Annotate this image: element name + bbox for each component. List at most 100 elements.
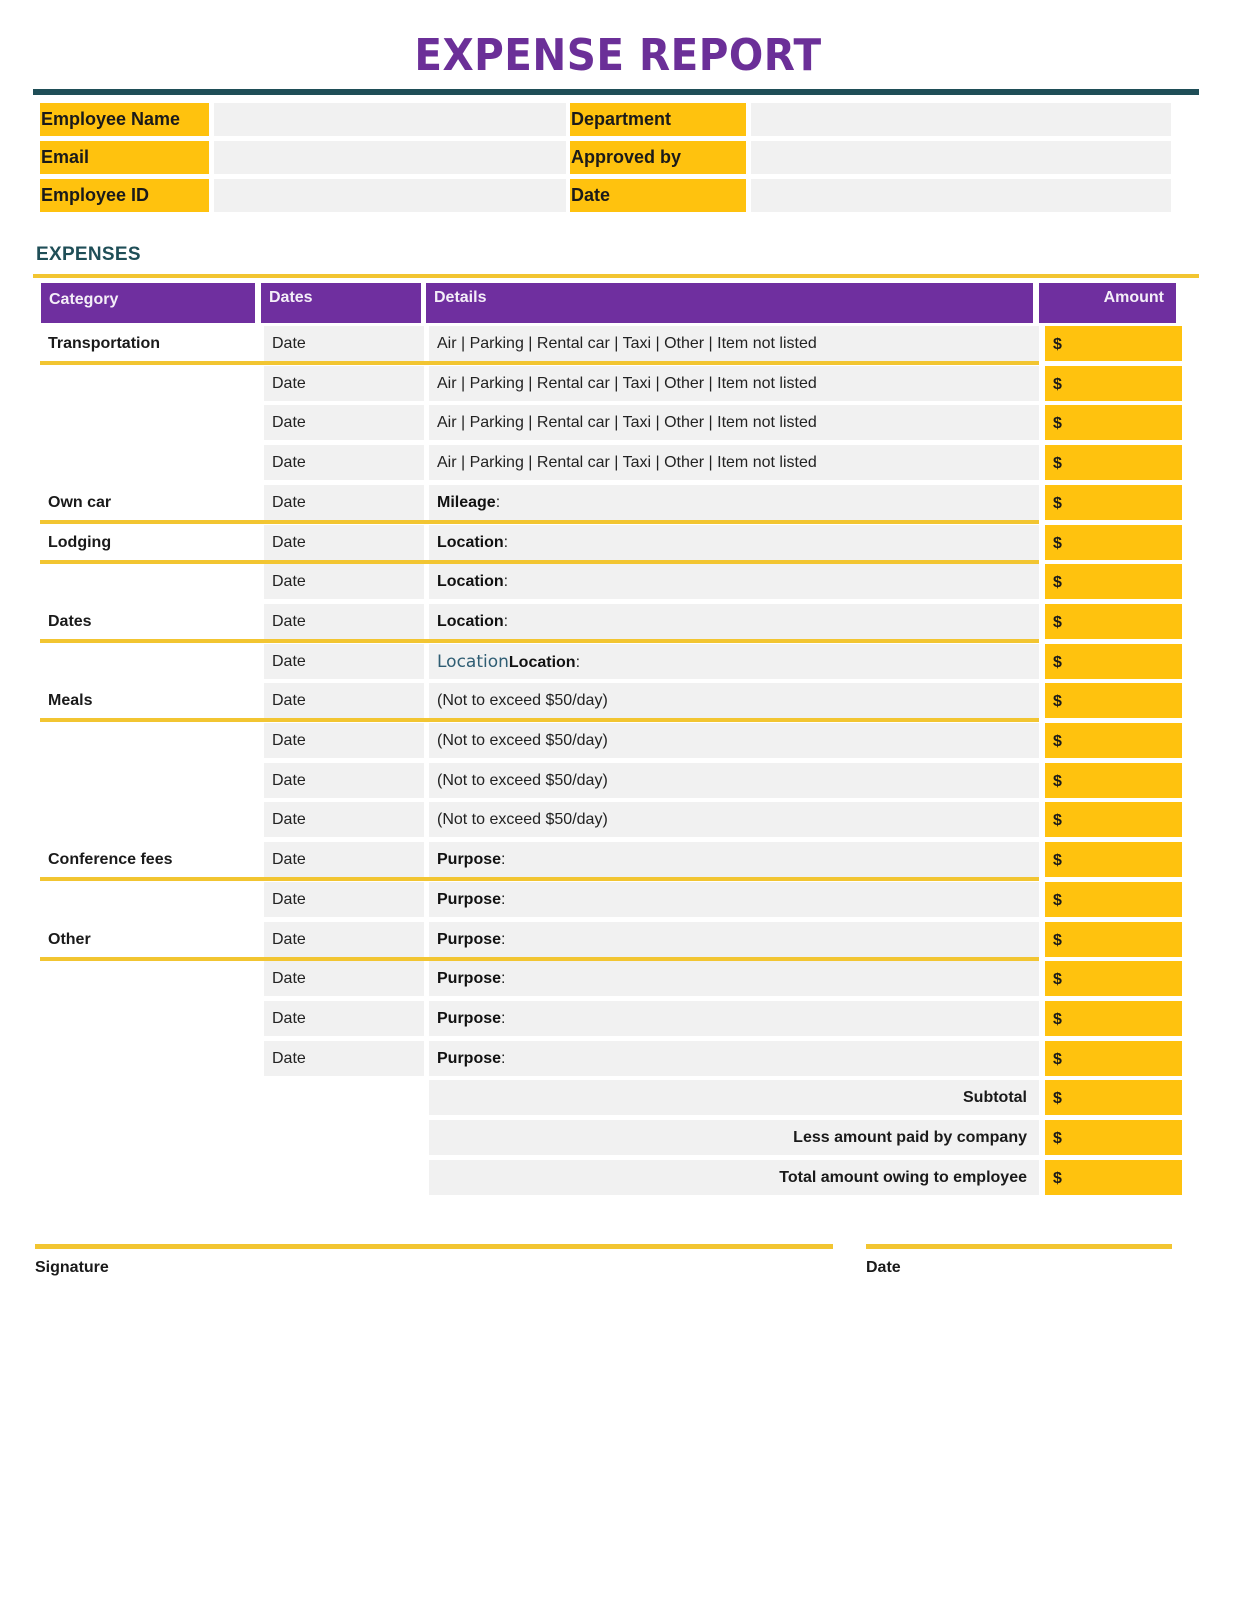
row-details-text: (Not to exceed $50/day) xyxy=(437,732,608,749)
row-amount[interactable]: $ xyxy=(1045,604,1182,639)
dollar-sign: $ xyxy=(1053,535,1062,552)
row-amount[interactable]: $ xyxy=(1045,445,1182,480)
row-details[interactable]: Air | Parking | Rental car | Taxi | Othe… xyxy=(429,326,1039,361)
row-date[interactable]: Date xyxy=(264,326,424,361)
row-amount[interactable]: $ xyxy=(1045,485,1182,520)
table-row: Lodging Date Location: $ xyxy=(0,525,1236,565)
table-row: Date Air | Parking | Rental car | Taxi | … xyxy=(0,366,1236,406)
row-amount[interactable]: $ xyxy=(1045,922,1182,957)
dollar-sign: $ xyxy=(1053,932,1062,949)
row-date[interactable]: Date xyxy=(264,723,424,758)
row-date[interactable]: Date xyxy=(264,564,424,599)
row-details-label: Purpose xyxy=(437,1010,502,1027)
row-details-text: : xyxy=(501,851,506,868)
approved-by-field[interactable] xyxy=(751,141,1171,174)
email-label: Email xyxy=(40,141,209,174)
row-date[interactable]: Date xyxy=(264,485,424,520)
signature-line[interactable] xyxy=(35,1244,833,1249)
expenses-section-title: EXPENSES xyxy=(36,244,141,265)
dollar-sign: $ xyxy=(1053,892,1062,909)
row-date[interactable]: Date xyxy=(264,525,424,560)
total-amount[interactable]: $ xyxy=(1045,1160,1182,1195)
row-date[interactable]: Date xyxy=(264,644,424,679)
row-details[interactable]: Purpose: xyxy=(429,1041,1039,1076)
row-amount[interactable]: $ xyxy=(1045,405,1182,440)
row-amount[interactable]: $ xyxy=(1045,961,1182,996)
row-amount[interactable]: $ xyxy=(1045,644,1182,679)
row-details-label: Mileage xyxy=(437,494,496,511)
row-amount[interactable]: $ xyxy=(1045,802,1182,837)
row-details[interactable]: (Not to exceed $50/day) xyxy=(429,802,1039,837)
employee-id-field[interactable] xyxy=(214,179,566,212)
row-details[interactable]: LocationLocation: xyxy=(429,644,1039,679)
row-amount[interactable]: $ xyxy=(1045,1001,1182,1036)
department-label: Department xyxy=(570,103,746,136)
row-amount[interactable]: $ xyxy=(1045,525,1182,560)
department-field[interactable] xyxy=(751,103,1171,136)
row-amount[interactable]: $ xyxy=(1045,564,1182,599)
row-details[interactable]: Air | Parking | Rental car | Taxi | Othe… xyxy=(429,366,1039,401)
row-date[interactable]: Date xyxy=(264,445,424,480)
row-details[interactable]: Air | Parking | Rental car | Taxi | Othe… xyxy=(429,405,1039,440)
signature-date-line[interactable] xyxy=(866,1244,1172,1249)
dollar-sign: $ xyxy=(1053,495,1062,512)
row-amount[interactable]: $ xyxy=(1045,723,1182,758)
row-details[interactable]: (Not to exceed $50/day) xyxy=(429,763,1039,798)
row-date[interactable]: Date xyxy=(264,763,424,798)
total-amount[interactable]: $ xyxy=(1045,1080,1182,1115)
dollar-sign: $ xyxy=(1053,1090,1062,1107)
row-amount[interactable]: $ xyxy=(1045,326,1182,361)
row-category: Transportation xyxy=(48,335,161,352)
row-amount[interactable]: $ xyxy=(1045,1041,1182,1076)
row-details[interactable]: (Not to exceed $50/day) xyxy=(429,683,1039,718)
signature-label: Signature xyxy=(35,1259,109,1276)
row-details[interactable]: Purpose: xyxy=(429,842,1039,877)
row-details[interactable]: Purpose: xyxy=(429,922,1039,957)
category-separator xyxy=(40,639,1039,643)
row-details[interactable]: (Not to exceed $50/day) xyxy=(429,723,1039,758)
row-category: Dates xyxy=(48,613,92,630)
row-amount[interactable]: $ xyxy=(1045,882,1182,917)
row-date[interactable]: Date xyxy=(264,842,424,877)
category-separator xyxy=(40,718,1039,722)
row-date[interactable]: Date xyxy=(264,1001,424,1036)
dollar-sign: $ xyxy=(1053,1051,1062,1068)
dollar-sign: $ xyxy=(1053,971,1062,988)
row-date[interactable]: Date xyxy=(264,802,424,837)
row-amount[interactable]: $ xyxy=(1045,366,1182,401)
row-date[interactable]: Date xyxy=(264,1041,424,1076)
row-details[interactable]: Location: xyxy=(429,604,1039,639)
dollar-sign: $ xyxy=(1053,1130,1062,1147)
table-row: Own car Date Mileage: $ xyxy=(0,485,1236,525)
row-details-text: (Not to exceed $50/day) xyxy=(437,692,608,709)
page-title: EXPENSE REPORT xyxy=(414,30,822,81)
row-details-text: : xyxy=(501,931,506,948)
row-amount[interactable]: $ xyxy=(1045,683,1182,718)
row-details[interactable]: Air | Parking | Rental car | Taxi | Othe… xyxy=(429,445,1039,480)
row-details[interactable]: Purpose: xyxy=(429,882,1039,917)
row-date[interactable]: Date xyxy=(264,366,424,401)
row-date[interactable]: Date xyxy=(264,683,424,718)
row-amount[interactable]: $ xyxy=(1045,763,1182,798)
row-date[interactable]: Date xyxy=(264,882,424,917)
employee-name-field[interactable] xyxy=(214,103,566,136)
email-field[interactable] xyxy=(214,141,566,174)
table-row: Date (Not to exceed $50/day) $ xyxy=(0,763,1236,803)
row-date[interactable]: Date xyxy=(264,922,424,957)
row-details-text: : xyxy=(501,1050,506,1067)
row-date[interactable]: Date xyxy=(264,405,424,440)
row-date[interactable]: Date xyxy=(264,961,424,996)
row-details[interactable]: Purpose: xyxy=(429,1001,1039,1036)
row-amount[interactable]: $ xyxy=(1045,842,1182,877)
date-field[interactable] xyxy=(751,179,1171,212)
header-dates: Dates xyxy=(261,283,421,323)
table-row: Date Location: $ xyxy=(0,564,1236,604)
row-details[interactable]: Location: xyxy=(429,564,1039,599)
table-row: Date Purpose: $ xyxy=(0,882,1236,922)
row-details[interactable]: Purpose: xyxy=(429,961,1039,996)
row-details[interactable]: Location: xyxy=(429,525,1039,560)
dollar-sign: $ xyxy=(1053,376,1062,393)
row-details[interactable]: Mileage: xyxy=(429,485,1039,520)
row-date[interactable]: Date xyxy=(264,604,424,639)
total-amount[interactable]: $ xyxy=(1045,1120,1182,1155)
